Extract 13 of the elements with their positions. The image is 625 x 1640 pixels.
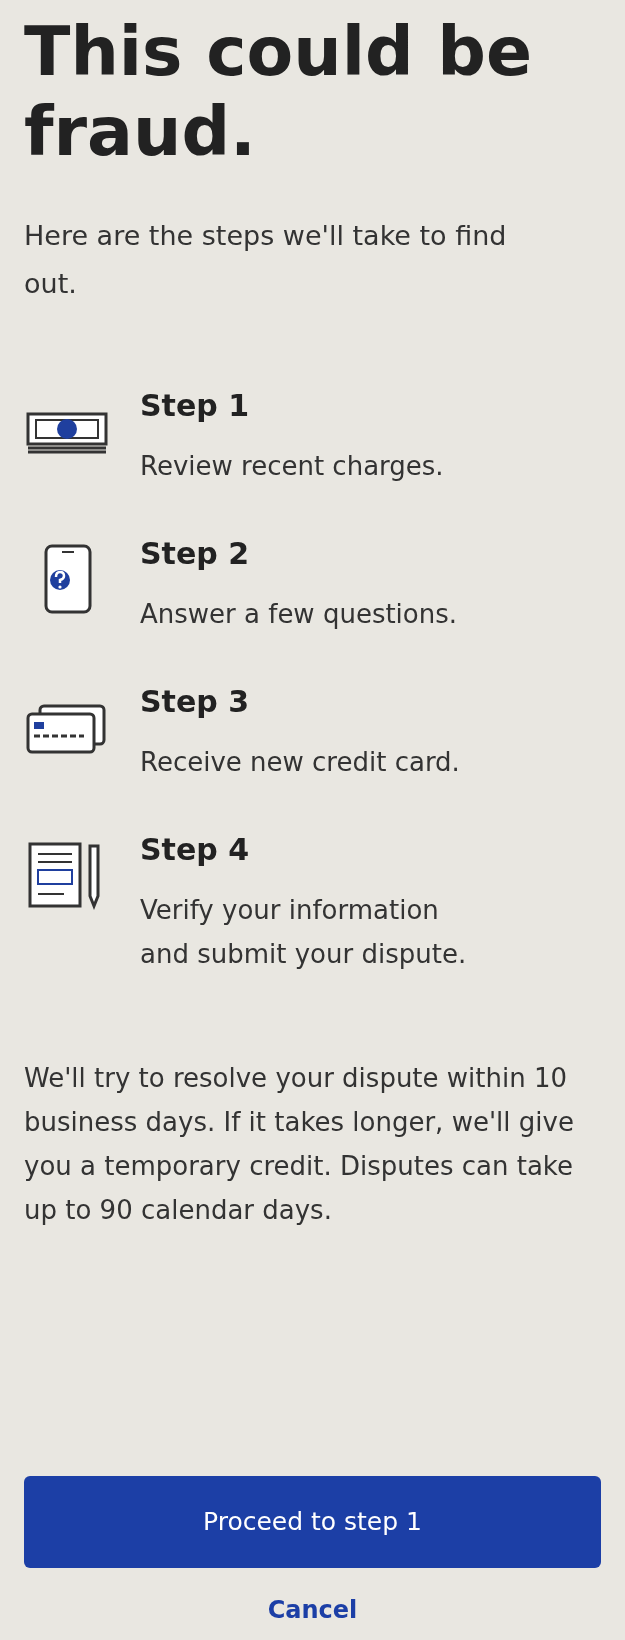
step-title: Step 2 [140,536,251,572]
proceed-button[interactable]: Proceed to step 1 [24,1476,601,1568]
step-title: Step 4 [140,832,251,868]
subtitle: Here are the steps we'll take to find out. [24,219,508,301]
dispute-note: We'll try to resolve your dispute within 10 business days. If it takes longer, we'll give you a temporary credit. Disputes can take up to 90 calendar days. [24,1062,575,1227]
page-title: This could be fraud. [24,12,534,172]
step-title: Step 1 [140,388,251,424]
step-title: Step 3 [140,684,251,720]
cancel-link[interactable]: Cancel [267,1592,358,1628]
step-description: Answer a few questions. [140,598,459,631]
step-description: Receive new credit card. [140,746,461,779]
step-description: Verify your information and submit your dispute. [140,894,468,971]
step-description: Review recent charges. [140,450,445,483]
